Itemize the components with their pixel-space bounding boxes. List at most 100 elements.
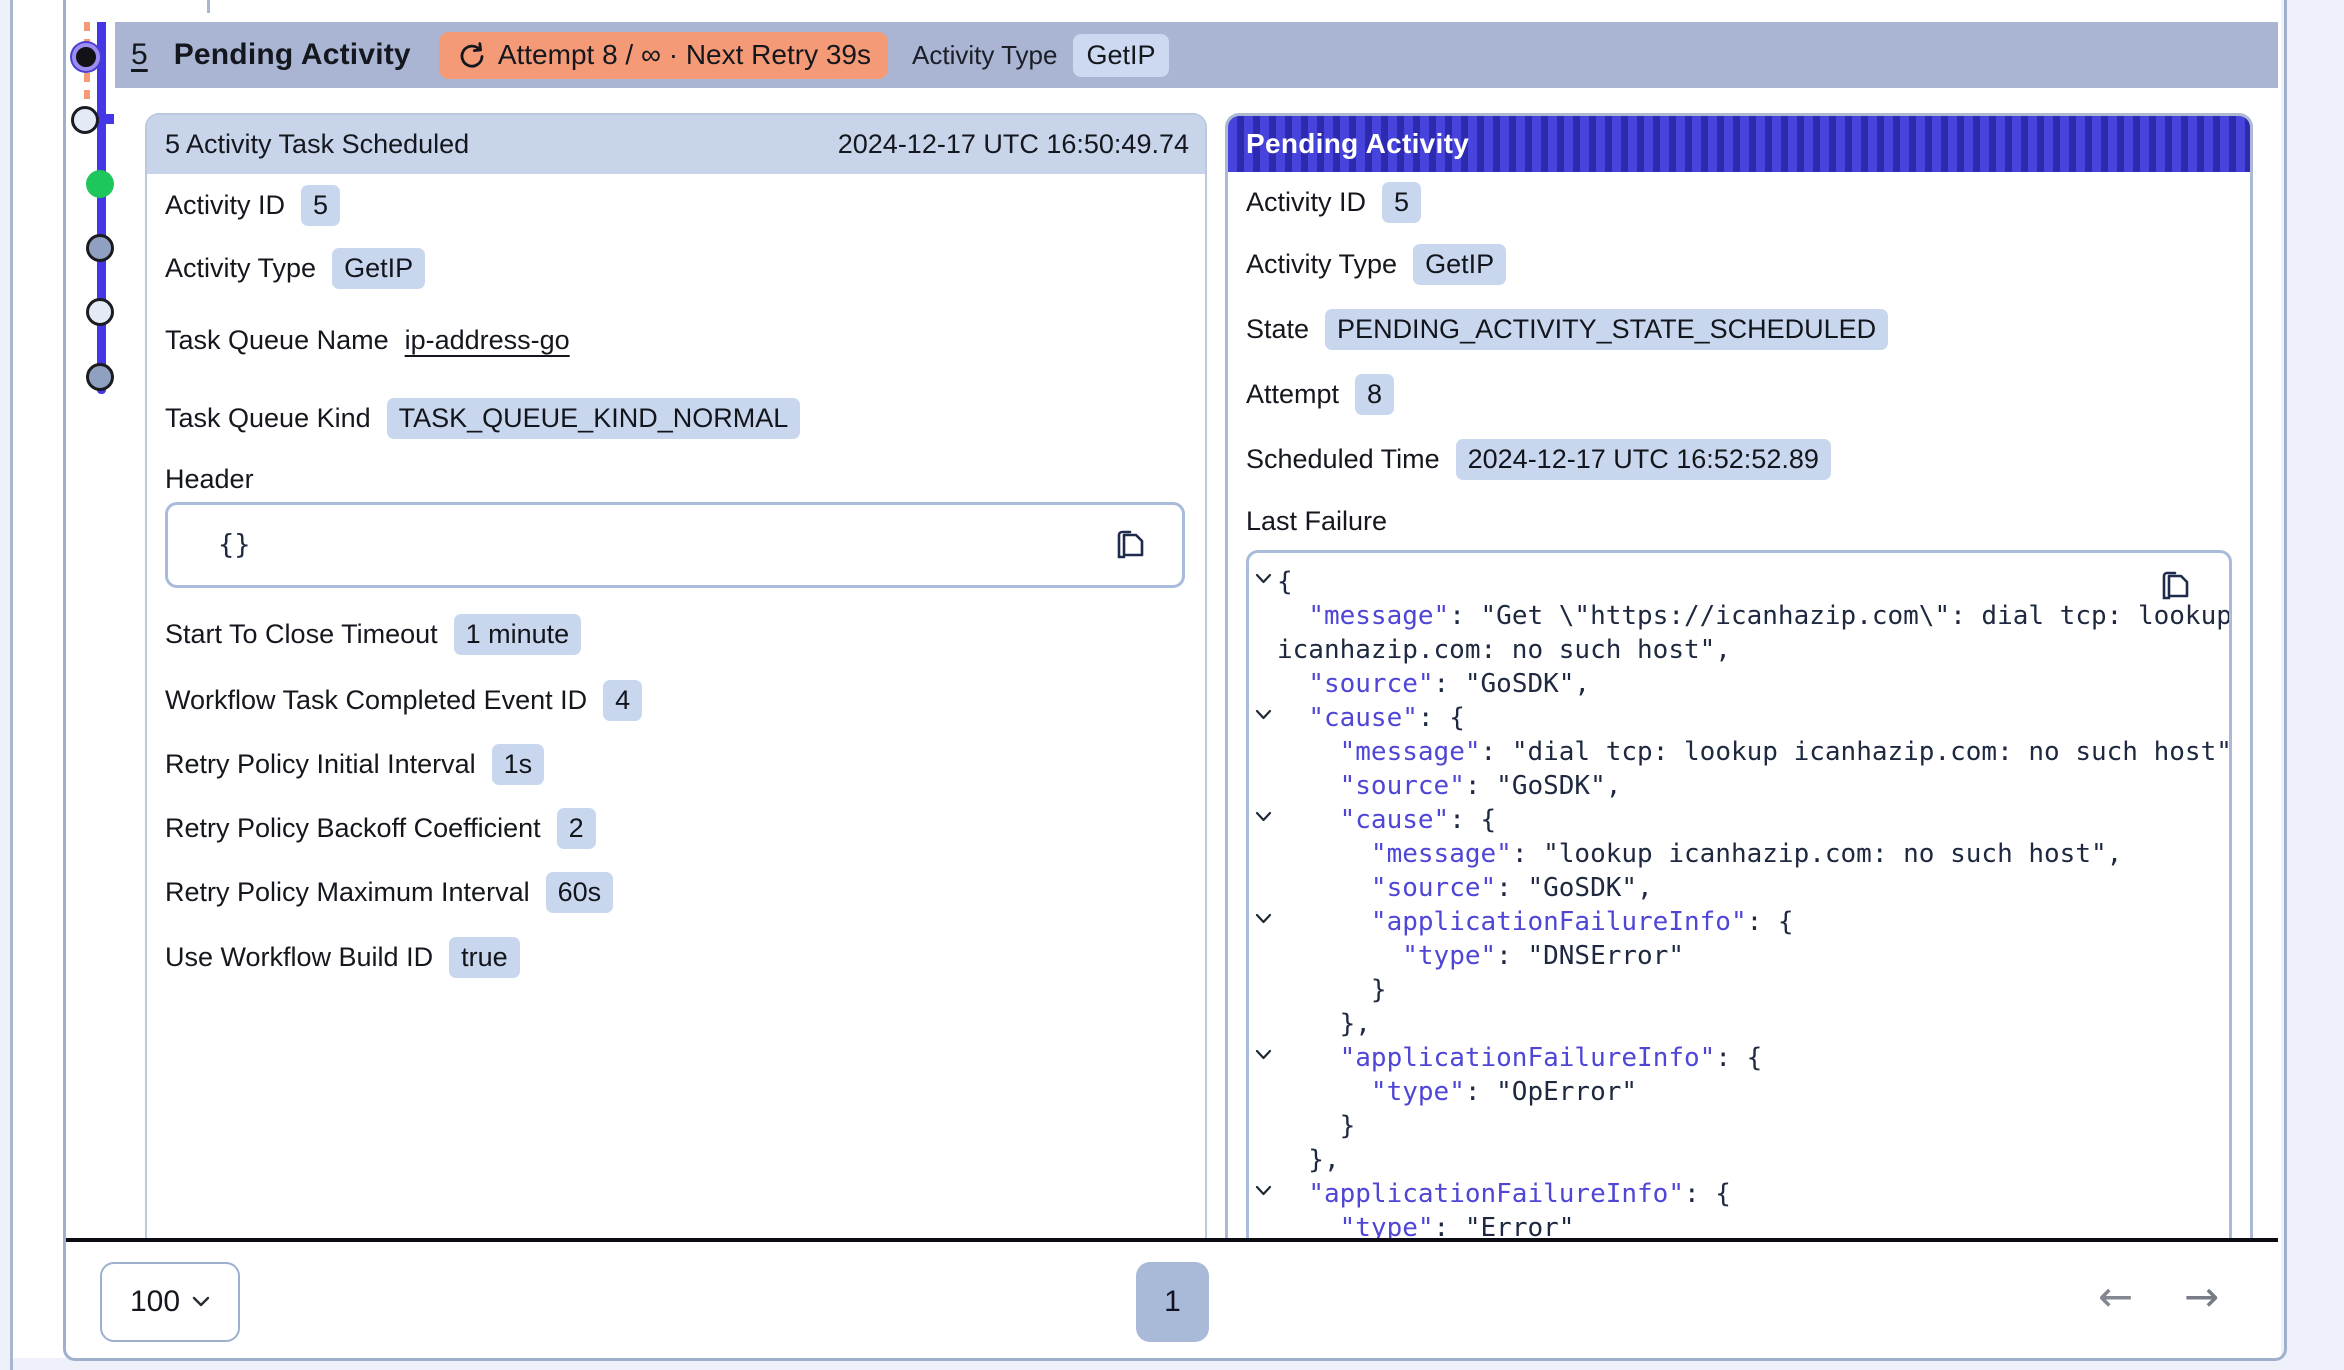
timeline-event-dot[interactable] (86, 170, 114, 198)
field-row: Workflow Task Completed Event ID 4 (165, 668, 1185, 732)
right-panel-header: Pending Activity (1228, 116, 2250, 172)
retry-badge-label: Attempt 8 / ∞ · Next Retry 39s (498, 39, 871, 71)
code-line: "applicationFailureInfo": { (1249, 1177, 2229, 1211)
field-value-badge: 5 (301, 185, 340, 226)
field-row: Retry Policy Maximum Interval 60s (165, 860, 1185, 924)
pending-activity-panel: Pending Activity Activity ID5Activity Ty… (1225, 113, 2253, 1238)
field-label: Retry Policy Maximum Interval (165, 877, 530, 908)
code-text: "applicationFailureInfo": { (1277, 1177, 1731, 1211)
field-value-badge: 1s (492, 744, 545, 785)
field-value-badge: 2024-12-17 UTC 16:52:52.89 (1456, 439, 1831, 480)
activity-type-label: Activity Type (912, 40, 1057, 71)
code-line: "applicationFailureInfo": { (1249, 1041, 2229, 1075)
timeline-event-dot[interactable] (86, 298, 114, 326)
table-bottom-divider (66, 1238, 2278, 1242)
field-value-badge: 60s (546, 872, 614, 913)
field-label: Task Queue Name (165, 325, 389, 356)
field-row: Retry Policy Initial Interval 1s (165, 732, 1185, 796)
field-value-badge: 4 (603, 680, 642, 721)
event-id-link[interactable]: 5 (131, 38, 148, 72)
code-gutter (1249, 633, 1277, 641)
code-text: "source": "GoSDK", (1277, 769, 1621, 803)
field-value-badge: 8 (1355, 374, 1394, 415)
task-queue-name-link[interactable]: ip-address-go (405, 325, 570, 356)
field-label: Retry Policy Initial Interval (165, 749, 476, 780)
copy-icon[interactable] (2157, 567, 2193, 605)
code-text: } (1277, 973, 1387, 1007)
code-text: "source": "GoSDK", (1277, 871, 1653, 905)
code-text: }, (1277, 1007, 1371, 1041)
timeline-event-dot[interactable] (71, 106, 99, 134)
field-label: Use Workflow Build ID (165, 942, 433, 973)
code-text: "cause": { (1277, 701, 1465, 735)
code-line: "cause": { (1249, 803, 2229, 837)
code-gutter (1249, 837, 1277, 845)
code-gutter (1249, 667, 1277, 675)
collapse-chevron-icon[interactable] (1249, 1177, 1277, 1197)
code-text: "type": "OpError" (1277, 1075, 1637, 1109)
collapse-chevron-icon[interactable] (1249, 1041, 1277, 1061)
field-value-badge: GetIP (1413, 244, 1506, 285)
code-text: "applicationFailureInfo": { (1277, 905, 1794, 939)
code-gutter (1249, 1109, 1277, 1117)
code-text: "applicationFailureInfo": { (1277, 1041, 1762, 1075)
activity-task-scheduled-panel: 5 Activity Task Scheduled 2024-12-17 UTC… (145, 113, 1207, 1238)
code-line: "type": "Error" (1249, 1211, 2229, 1238)
collapse-chevron-icon[interactable] (1249, 701, 1277, 721)
page-number-button[interactable]: 1 (1136, 1262, 1209, 1342)
field-label: Activity Type (165, 253, 316, 284)
code-gutter (1249, 1007, 1277, 1015)
code-line: } (1249, 973, 2229, 1007)
field-value-badge: TASK_QUEUE_KIND_NORMAL (387, 398, 801, 439)
code-line: "message": "lookup icanhazip.com: no suc… (1249, 837, 2229, 871)
field-label: State (1246, 314, 1309, 345)
event-header-bar: 5 Pending Activity Attempt 8 / ∞ · Next … (115, 22, 2278, 88)
field-value-badge: 1 minute (454, 614, 582, 655)
field-label: Scheduled Time (1246, 444, 1440, 475)
timeline-line (97, 22, 106, 394)
workflow-event-history-page: { "header_bar": { "event_id": "5", "titl… (0, 0, 2344, 1370)
timeline-connector (97, 114, 114, 124)
field-label: Task Queue Kind (165, 403, 371, 434)
code-line: "type": "OpError" (1249, 1075, 2229, 1109)
timeline-event-dot[interactable] (86, 363, 114, 391)
code-text: "type": "Error" (1277, 1211, 1574, 1238)
field-row: StatePENDING_ACTIVITY_STATE_SCHEDULED (1246, 297, 2232, 362)
code-line: "message": "Get \"https://icanhazip.com\… (1249, 599, 2229, 633)
copy-icon[interactable] (1112, 526, 1148, 564)
code-gutter (1249, 939, 1277, 947)
field-value-badge: true (449, 937, 520, 978)
next-page-arrow[interactable]: → (2184, 1276, 2219, 1318)
code-line: }, (1249, 1143, 2229, 1177)
page-size-select[interactable]: 100 (100, 1262, 240, 1342)
field-row: Activity ID5 (1246, 172, 2232, 232)
field-row: Start To Close Timeout 1 minute (165, 600, 1185, 668)
code-text: }, (1277, 1143, 1340, 1177)
field-row: Scheduled Time 2024-12-17 UTC 16:52:52.89 (1246, 427, 2232, 492)
right-panel-title: Pending Activity (1246, 128, 1469, 160)
retry-icon (456, 40, 487, 71)
collapse-chevron-icon[interactable] (1249, 803, 1277, 823)
code-gutter (1249, 599, 1277, 607)
field-label: Workflow Task Completed Event ID (165, 685, 587, 716)
field-label: Start To Close Timeout (165, 619, 438, 650)
code-gutter (1249, 871, 1277, 879)
previous-page-arrow[interactable]: ← (2098, 1276, 2133, 1318)
code-text: "source": "GoSDK", (1277, 667, 1590, 701)
code-text: "type": "DNSError" (1277, 939, 1684, 973)
left-panel-timestamp: 2024-12-17 UTC 16:50:49.74 (838, 129, 1189, 160)
timeline-event-dot[interactable] (86, 234, 114, 262)
collapse-chevron-icon[interactable] (1249, 905, 1277, 925)
collapse-chevron-icon[interactable] (1249, 565, 1277, 585)
field-value-badge: 2 (557, 808, 596, 849)
code-text: "message": "lookup icanhazip.com: no suc… (1277, 837, 2122, 871)
chevron-down-icon (192, 1296, 210, 1308)
field-value-badge: 5 (1382, 182, 1421, 223)
field-row: Activity TypeGetIP (165, 236, 1185, 300)
field-label: Retry Policy Backoff Coefficient (165, 813, 541, 844)
header-payload-box: {} (165, 502, 1185, 588)
code-text: icanhazip.com: no such host", (1277, 633, 1731, 667)
last-failure-code-block: { "message": "Get \"https://icanhazip.co… (1246, 550, 2232, 1238)
field-label: Activity ID (165, 190, 285, 221)
timeline-event-dot[interactable] (72, 43, 100, 71)
